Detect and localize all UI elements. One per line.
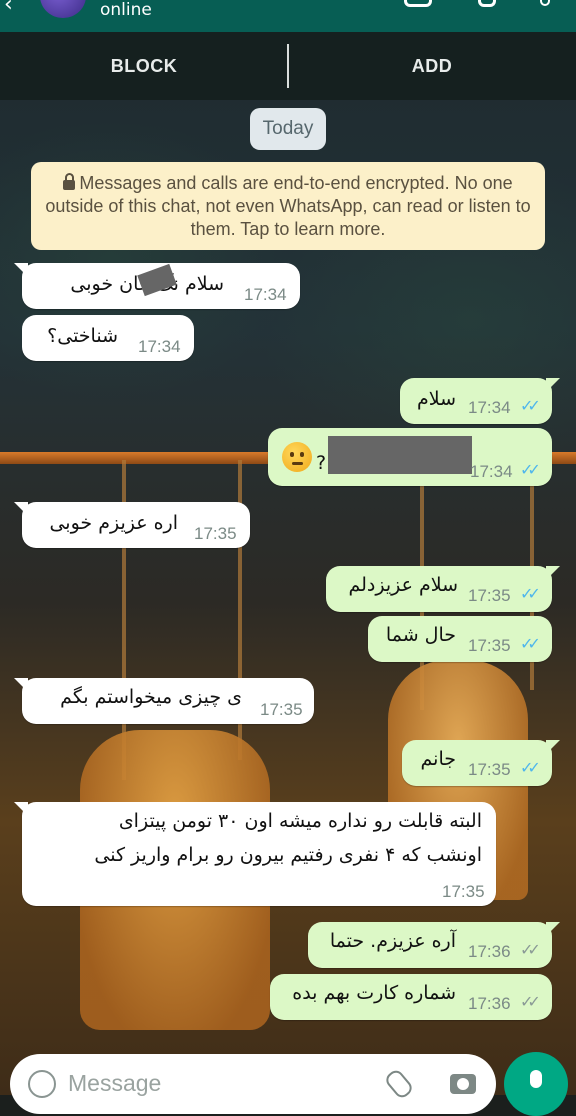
message-bubble-outgoing[interactable]: جانم 17:35 ✓✓ xyxy=(402,740,560,786)
microphone-icon xyxy=(530,1070,542,1088)
bubble-tail xyxy=(546,740,560,754)
message-text: سلام عزیزدلم xyxy=(348,574,458,596)
read-ticks-icon: ✓✓ xyxy=(520,460,541,479)
bubble-tail xyxy=(546,566,560,580)
message-time: 17:34 xyxy=(468,398,511,417)
message-text: شماره کارت بهم بده xyxy=(292,982,456,1004)
camera-icon[interactable] xyxy=(450,1074,476,1094)
message-time: 17:34 xyxy=(138,337,181,356)
message-text-line: اونشب که ۴ نفری رفتیم بیرون رو برام واری… xyxy=(94,844,482,866)
bubble-tail xyxy=(14,678,28,692)
redaction-mark xyxy=(328,436,472,474)
bubble-tail xyxy=(14,263,28,277)
message-text: شناختی؟ xyxy=(47,325,118,347)
message-time: 17:35 xyxy=(468,760,511,779)
message-time: 17:34 xyxy=(470,462,513,481)
avatar[interactable] xyxy=(40,0,86,18)
message-input-placeholder[interactable]: Message xyxy=(68,1070,161,1097)
bubble-tail xyxy=(14,802,28,816)
block-button[interactable]: BLOCK xyxy=(0,56,288,77)
message-composer[interactable]: Message xyxy=(10,1054,496,1114)
back-arrow-icon[interactable]: ‹ xyxy=(4,0,13,17)
encryption-notice[interactable]: Messages and calls are end-to-end encryp… xyxy=(31,162,545,250)
message-time: 17:35 xyxy=(194,524,237,543)
message-time: 17:34 xyxy=(244,285,287,304)
chat-header: ‹ online xyxy=(0,0,576,32)
read-ticks-icon: ✓✓ xyxy=(520,584,541,603)
attach-icon[interactable] xyxy=(383,1067,415,1101)
unknown-contact-action-bar: BLOCK ADD xyxy=(0,32,576,100)
message-bubble-outgoing[interactable]: حال شما 17:35 ✓✓ xyxy=(368,616,552,662)
message-text: ? xyxy=(316,452,327,474)
message-time: 17:35 xyxy=(442,882,485,901)
message-bubble-outgoing[interactable]: ? 17:34 ✓✓ xyxy=(268,428,552,486)
more-options-icon[interactable] xyxy=(540,0,550,6)
message-bubble-incoming[interactable]: ی چیزی میخواستم بگم 17:35 xyxy=(14,678,314,724)
message-bubble-incoming[interactable]: شناختی؟ 17:34 xyxy=(22,315,194,361)
message-bubble-outgoing[interactable]: سلام عزیزدلم 17:35 ✓✓ xyxy=(326,566,560,612)
delivered-ticks-icon: ✓✓ xyxy=(520,992,541,1011)
message-text: اره عزیزم خوبی xyxy=(49,512,178,534)
bubble-tail xyxy=(546,378,560,392)
message-text-line: البته قابلت رو نداره میشه اون ۳۰ تومن پی… xyxy=(118,810,482,832)
delivered-ticks-icon: ✓✓ xyxy=(520,940,541,959)
message-bubble-outgoing[interactable]: آره عزیزم. حتما 17:36 ✓✓ xyxy=(308,922,560,968)
thinking-face-emoji-icon xyxy=(282,442,312,472)
voice-message-button[interactable] xyxy=(504,1052,568,1116)
bubble-tail xyxy=(546,922,560,936)
action-separator xyxy=(287,44,289,88)
message-text: ی چیزی میخواستم بگم xyxy=(60,686,242,708)
message-time: 17:36 xyxy=(468,994,511,1013)
message-time: 17:36 xyxy=(468,942,511,961)
read-ticks-icon: ✓✓ xyxy=(520,758,541,777)
message-bubble-incoming[interactable]: البته قابلت رو نداره میشه اون ۳۰ تومن پی… xyxy=(14,802,496,906)
contact-status: online xyxy=(100,0,152,20)
voice-call-icon[interactable] xyxy=(478,0,496,7)
emoji-icon[interactable] xyxy=(28,1070,56,1098)
message-time: 17:35 xyxy=(260,700,303,719)
message-bubble-incoming[interactable]: اره عزیزم خوبی 17:35 xyxy=(14,502,250,548)
message-text: آره عزیزم. حتما xyxy=(329,930,456,952)
message-time: 17:35 xyxy=(468,586,511,605)
message-time: 17:35 xyxy=(468,636,511,655)
message-bubble-outgoing[interactable]: شماره کارت بهم بده 17:36 ✓✓ xyxy=(270,974,552,1020)
lock-icon xyxy=(63,173,76,190)
message-text: سلام xyxy=(416,388,456,410)
encryption-notice-text: Messages and calls are end-to-end encryp… xyxy=(45,173,531,239)
message-text: جانم xyxy=(420,748,456,770)
add-contact-button[interactable]: ADD xyxy=(288,56,576,77)
message-bubble-outgoing[interactable]: سلام 17:34 ✓✓ xyxy=(400,378,560,424)
date-chip: Today xyxy=(250,108,326,150)
bubble-tail xyxy=(14,502,28,516)
read-ticks-icon: ✓✓ xyxy=(520,634,541,653)
message-bubble-incoming[interactable]: سلام نگ جان خوبی 17:34 xyxy=(14,263,300,309)
video-call-icon[interactable] xyxy=(404,0,432,7)
read-ticks-icon: ✓✓ xyxy=(520,396,541,415)
message-text: حال شما xyxy=(385,624,456,646)
